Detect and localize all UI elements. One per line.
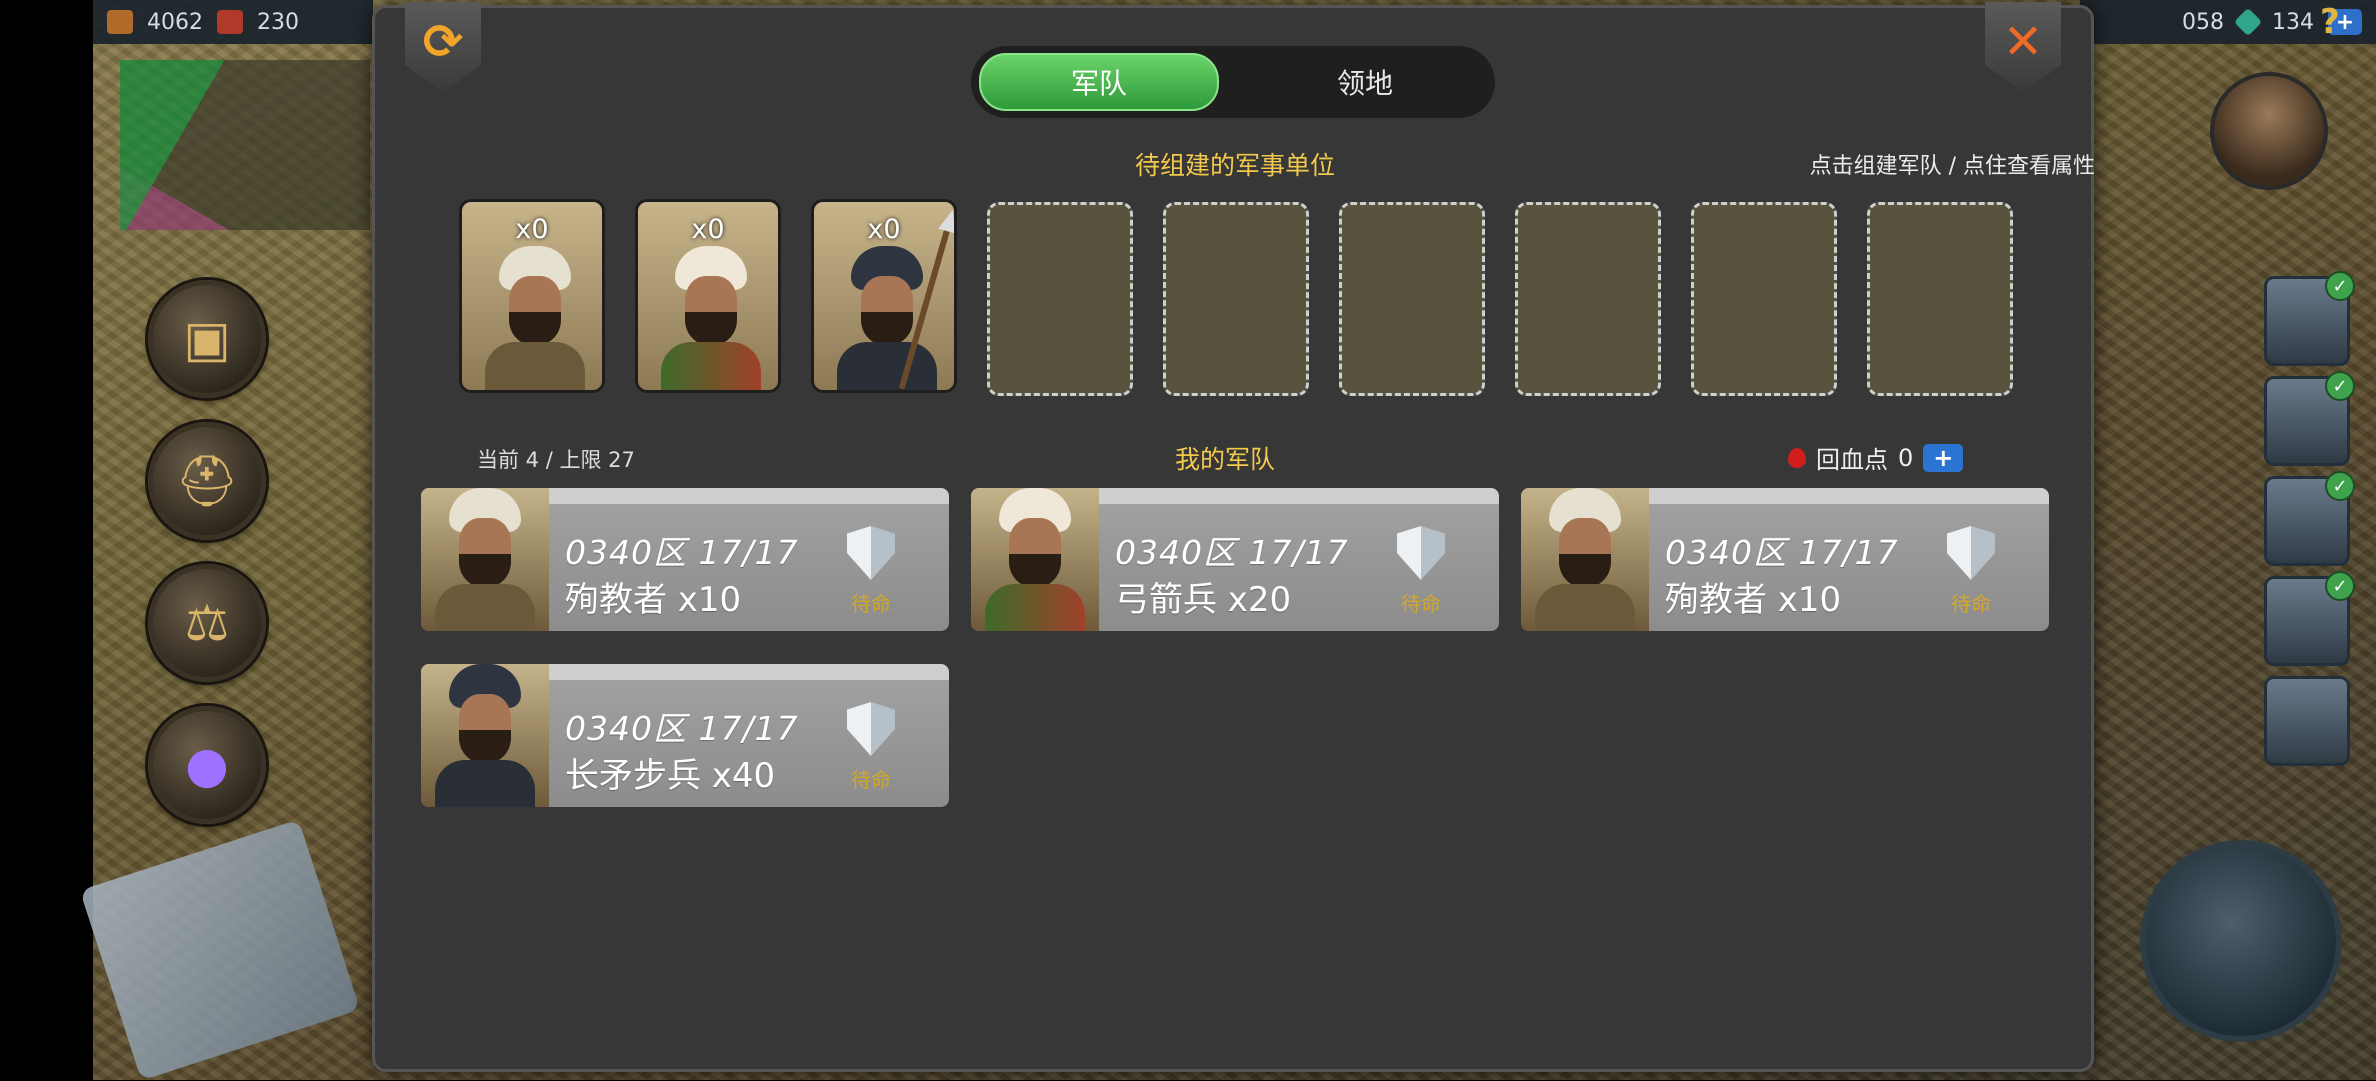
minimap[interactable] — [120, 60, 370, 230]
shield-icon — [1397, 526, 1445, 580]
potion-button[interactable]: ● — [148, 706, 266, 824]
pending-unit-card[interactable]: x0 — [635, 199, 781, 393]
army-unit-name: 弓箭兵 x20 — [1115, 580, 1292, 620]
army-status: 待命 — [851, 592, 891, 616]
build-axe-button[interactable] — [2140, 840, 2342, 1042]
check-icon: ✓ — [2325, 471, 2355, 501]
check-icon: ✓ — [2325, 271, 2355, 301]
blood-drop-icon — [1788, 447, 1806, 468]
potion-icon: ● — [185, 736, 229, 794]
hero-card[interactable]: ✓ — [2264, 271, 2355, 366]
hero-card[interactable]: ✓ — [2264, 571, 2355, 666]
hero-card[interactable] — [2264, 676, 2350, 766]
hero-portrait[interactable] — [2210, 72, 2328, 190]
archer-portrait — [661, 246, 761, 390]
army-zone-hp: 0340区 17/17 — [565, 533, 799, 572]
army-count-text: 当前 4 / 上限 27 — [477, 448, 635, 472]
brick-icon — [217, 10, 243, 34]
heal-label: 回血点 — [1816, 446, 1888, 474]
army-unit-card[interactable]: 0340区 17/17 长矛步兵 x40 待命 — [421, 664, 949, 807]
unit-count: x0 — [515, 214, 549, 245]
resource-bar-left: 4062 230 — [93, 0, 373, 44]
pending-unit-card[interactable]: x0 — [811, 199, 957, 393]
shield-icon — [1947, 526, 1995, 580]
close-icon: ✕ — [2002, 14, 2044, 70]
army-unit-card[interactable]: 0340区 17/17 殉教者 x10 待命 — [1521, 488, 2049, 631]
empty-unit-slot[interactable] — [987, 202, 1133, 396]
tab-army[interactable]: 军队 — [979, 53, 1219, 111]
help-icon[interactable]: ? — [2320, 2, 2340, 42]
empty-unit-slot[interactable] — [1163, 202, 1309, 396]
army-status: 待命 — [851, 768, 891, 792]
army-zone-hp: 0340区 17/17 — [1115, 533, 1349, 572]
check-icon: ✓ — [2325, 371, 2355, 401]
army-unit-name: 长矛步兵 x40 — [565, 756, 776, 796]
wood-crate-icon — [107, 10, 133, 34]
hint-text: 点击组建军队 / 点住查看属性 — [1809, 154, 2095, 179]
army-status: 待命 — [1951, 592, 1991, 616]
scales-icon: ⚖ — [184, 594, 230, 652]
hero-card[interactable]: ✓ — [2264, 471, 2355, 566]
unit-count: x0 — [691, 214, 725, 245]
pending-unit-card[interactable]: x0 — [459, 199, 605, 393]
army-zone-hp: 0340区 17/17 — [1665, 533, 1899, 572]
add-heal-button[interactable]: + — [1923, 443, 1964, 472]
empty-unit-slot[interactable] — [1867, 202, 2013, 396]
army-unit-name: 殉教者 x10 — [565, 580, 742, 620]
check-icon: ✓ — [2325, 571, 2355, 601]
martyr-portrait — [421, 488, 549, 631]
army-unit-name: 殉教者 x10 — [1665, 580, 1842, 620]
tab-bar: 军队 领地 — [971, 46, 1495, 118]
heal-points: 回血点 0 + — [1788, 440, 1964, 475]
army-status: 待命 — [1401, 592, 1441, 616]
shield-icon — [847, 526, 895, 580]
screen-edge — [0, 0, 93, 1080]
inventory-button[interactable]: ▣ — [148, 280, 266, 398]
archer-portrait — [971, 488, 1099, 631]
hero-card[interactable]: ✓ — [2264, 371, 2355, 466]
empty-unit-slot[interactable] — [1339, 202, 1485, 396]
refresh-button[interactable]: ⟳ — [405, 2, 481, 92]
empty-unit-slot[interactable] — [1515, 202, 1661, 396]
army-unit-card[interactable]: 0340区 17/17 弓箭兵 x20 待命 — [971, 488, 1499, 631]
refresh-icon: ⟳ — [422, 14, 464, 70]
tab-territory[interactable]: 领地 — [1247, 55, 1483, 109]
resource-count: 058 — [2182, 9, 2224, 35]
army-dialog: ⟳ ✕ 军队 领地 待组建的军事单位 点击组建军队 / 点住查看属性 x0 x0… — [372, 2, 2095, 1072]
army-unit-card[interactable]: 0340区 17/17 殉教者 x10 待命 — [421, 488, 949, 631]
gem-count: 134 — [2272, 9, 2314, 35]
close-button[interactable]: ✕ — [1985, 2, 2061, 92]
martyr-portrait — [1521, 488, 1649, 631]
shield-icon — [847, 702, 895, 756]
my-army-title: 我的军队 — [1174, 445, 1275, 474]
empty-unit-slot[interactable] — [1691, 202, 1837, 396]
gem-icon — [2233, 7, 2263, 37]
wood-count: 4062 — [147, 9, 203, 35]
martyr-portrait — [485, 246, 585, 390]
trade-button[interactable]: ⚖ — [148, 564, 266, 682]
heal-value: 0 — [1898, 443, 1914, 472]
spearman-portrait — [421, 664, 549, 807]
brick-count: 230 — [257, 9, 299, 35]
helmet-icon: ⛑ — [175, 451, 239, 510]
unit-count: x0 — [867, 214, 901, 245]
army-button[interactable]: ⛑ — [148, 422, 266, 540]
army-zone-hp: 0340区 17/17 — [565, 709, 799, 748]
pending-units-title: 待组建的军事单位 — [1134, 151, 1335, 180]
bag-icon: ▣ — [183, 310, 231, 368]
